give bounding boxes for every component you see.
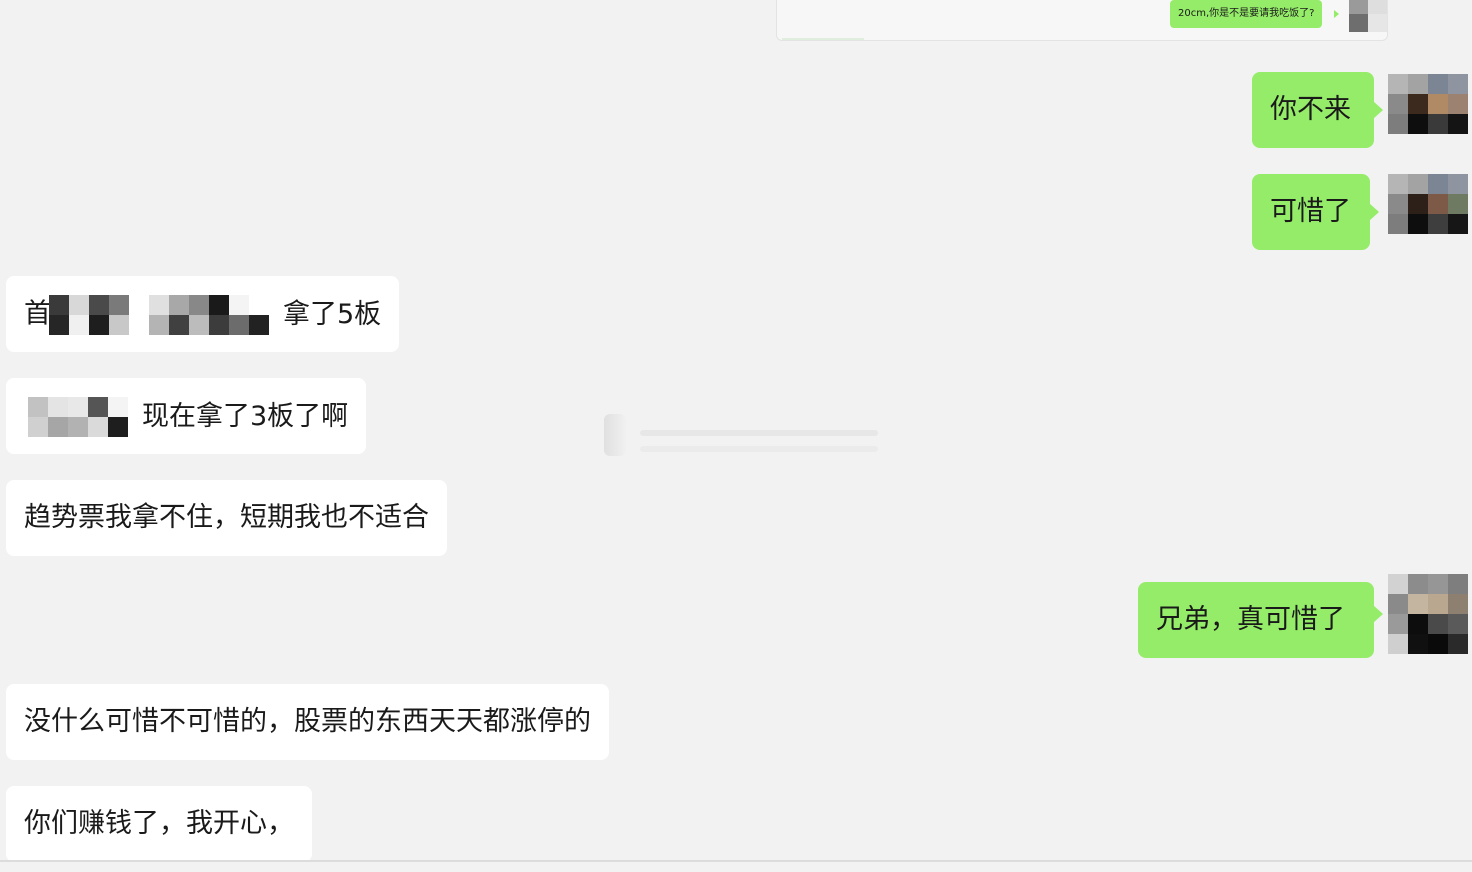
- bottom-divider: [0, 860, 1472, 862]
- message-text: 你不来: [1270, 94, 1351, 125]
- quoted-message-text: 20cm,你是不是要请我吃饭了?: [1170, 0, 1323, 28]
- redacted-name: [149, 294, 269, 335]
- redacted-name: [49, 294, 129, 335]
- message-bubble-outgoing[interactable]: 可惜了: [1252, 174, 1370, 250]
- message-bubble-incoming[interactable]: 首 拿了5板: [6, 276, 400, 352]
- message-bubble-outgoing[interactable]: 兄弟，真可惜了: [1138, 582, 1374, 658]
- self-avatar[interactable]: [1388, 74, 1468, 154]
- message-text: 可惜了: [1270, 196, 1351, 227]
- message-text: 没什么可惜不可惜的，股票的东西天天都涨停的: [24, 706, 591, 737]
- message-text: 趋势票我拿不住，短期我也不适合: [24, 502, 429, 533]
- message-bubble-incoming[interactable]: 你们赚钱了，我开心，: [6, 786, 312, 862]
- watermark-logo: [604, 414, 878, 456]
- message-bubble-incoming[interactable]: 没什么可惜不可惜的，股票的东西天天都涨停的: [6, 684, 609, 760]
- quoted-bubble-tail: [1334, 10, 1339, 18]
- message-bubble-incoming[interactable]: 现在拿了3板了啊: [6, 378, 367, 454]
- message-text: 兄弟，真可惜了: [1156, 604, 1345, 635]
- self-avatar[interactable]: [1388, 574, 1468, 654]
- bubble-tail: [1373, 101, 1383, 119]
- message-bubble-outgoing[interactable]: 你不来: [1252, 72, 1374, 148]
- chat-window: 20cm,你是不是要请我吃饭了? 你不来 可惜了 首 拿了5板 现在拿了3板了啊…: [0, 0, 1472, 872]
- quoted-card-divider: [782, 38, 864, 40]
- redacted-name: [28, 396, 128, 437]
- message-bubble-incoming[interactable]: 趋势票我拿不住，短期我也不适合: [6, 480, 447, 556]
- message-text: 拿了5板: [283, 298, 382, 330]
- self-avatar[interactable]: [1388, 174, 1468, 254]
- quoted-avatar: [1349, 0, 1387, 32]
- bubble-tail: [1369, 203, 1379, 221]
- message-text-prefix: 首: [24, 298, 51, 330]
- message-text: 你们赚钱了，我开心，: [24, 808, 294, 839]
- message-text: 现在拿了3板了啊: [142, 400, 349, 432]
- bubble-tail: [1373, 605, 1383, 623]
